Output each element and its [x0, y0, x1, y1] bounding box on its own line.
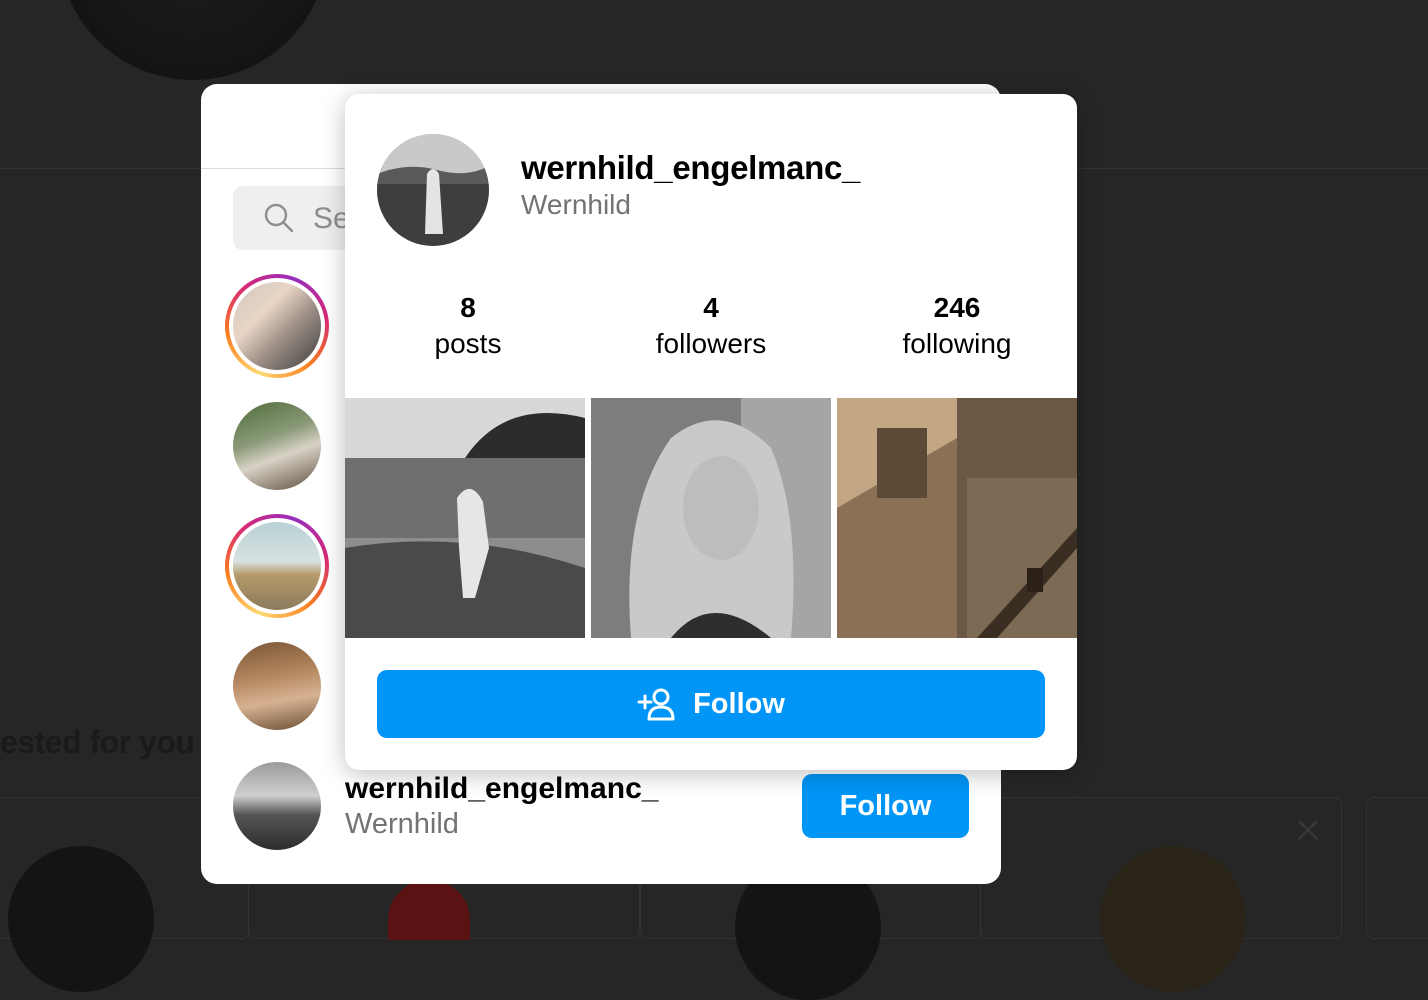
stat-posts-label: posts: [434, 328, 502, 359]
person-add-icon: [637, 688, 675, 721]
avatar-photo: [377, 134, 489, 246]
story-avatar[interactable]: [225, 274, 329, 378]
profile-hover-card: wernhild_engelmanc_ Wernhild 8 posts 4 f…: [345, 94, 1077, 770]
post-photo-beach: [345, 398, 585, 638]
background-suggestion-card: [1366, 797, 1428, 939]
follow-label: Follow: [693, 687, 785, 720]
stat-followers-label: followers: [655, 328, 767, 359]
background-suggested-heading: ested for you: [0, 724, 195, 760]
list-follow-button[interactable]: Follow: [802, 774, 969, 838]
avatar[interactable]: [233, 402, 321, 490]
post-photo-portrait: [591, 398, 831, 638]
post-photo-alley: [837, 398, 1077, 638]
stat-posts-value: 8: [460, 292, 476, 323]
hover-card-avatar[interactable]: [377, 134, 489, 246]
background-card-avatar: [8, 846, 154, 992]
hover-card-full-name: Wernhild: [521, 189, 631, 220]
stat-following-value: 246: [933, 292, 981, 323]
background-card-avatar: [1100, 846, 1246, 992]
stat-following-label: following: [902, 328, 1012, 359]
story-avatar[interactable]: [225, 514, 329, 618]
post-thumbnail[interactable]: [591, 398, 831, 638]
avatar[interactable]: [233, 762, 321, 850]
stat-following[interactable]: 246 following: [834, 290, 1077, 362]
close-icon[interactable]: [1296, 818, 1320, 842]
background-profile-avatar: [58, 0, 328, 80]
post-thumbnail[interactable]: [837, 398, 1077, 638]
hover-card-username[interactable]: wernhild_engelmanc_: [521, 149, 860, 187]
search-icon: [264, 203, 294, 233]
avatar[interactable]: [233, 642, 321, 730]
list-username[interactable]: wernhild_engelmanc_: [345, 772, 658, 806]
stat-posts[interactable]: 8 posts: [345, 290, 591, 362]
hover-card-follow-button[interactable]: Follow: [377, 670, 1045, 738]
stat-followers[interactable]: 4 followers: [588, 290, 834, 362]
stat-followers-value: 4: [703, 292, 719, 323]
list-full-name: Wernhild: [345, 808, 459, 840]
post-thumbnail[interactable]: [345, 398, 585, 638]
